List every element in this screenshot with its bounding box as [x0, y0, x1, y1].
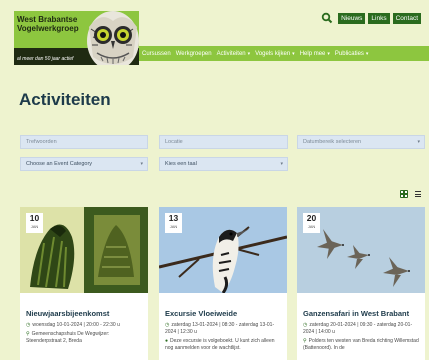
category-select[interactable]: Choose an Event Category ▾	[20, 157, 148, 171]
nav-item-publicaties[interactable]: Publicaties ▾	[335, 51, 369, 57]
event-title[interactable]: Ganzensafari in West Brabant	[303, 309, 409, 318]
event-datetime: ◷ woensdag 10-01-2024 | 20:00 - 22:30 u	[26, 322, 144, 329]
caret-down-icon: ▾	[365, 50, 369, 57]
event-image: 20 JAN	[297, 207, 425, 293]
date-range-label: Datumbereik selecteren	[303, 139, 362, 145]
page-title: Activiteiten	[19, 90, 111, 109]
event-title[interactable]: Excursie Vloeiweide	[165, 309, 237, 318]
chevron-down-icon: ▾	[140, 161, 143, 167]
date-badge: 13 JAN	[165, 213, 182, 233]
logo-title: West Brabantse Vogelwerkgroep	[17, 15, 79, 33]
event-description-text: Deze excursie is volgeboekt. U kunt zich…	[165, 338, 275, 351]
date-month: JAN	[30, 224, 39, 229]
event-datetime: ◷ zaterdag 13-01-2024 | 08:30 - zaterdag …	[165, 322, 283, 336]
date-day: 13	[168, 213, 179, 223]
event-location: ⚲ Gemeenschapshuis De Wegwijzer: Steender…	[26, 331, 144, 345]
map-pin-icon: ⚲	[26, 331, 30, 337]
site-header: West Brabantse Vogelwerkgroep al meer da…	[0, 0, 429, 66]
event-location-text: Gemeenschapshuis De Wegwijzer: Steenderp…	[26, 331, 110, 344]
date-month: JAN	[169, 224, 178, 229]
keywords-input[interactable]: Trefwoorden	[20, 135, 148, 149]
event-card[interactable]: 20 JAN Ganzensafari in West Brabant ◷ zat…	[297, 207, 425, 360]
info-icon: ●	[165, 338, 169, 344]
event-description: ● Deze excursie is volgeboekt. U kunt zic…	[165, 338, 283, 352]
category-select-value: Choose an Event Category	[26, 161, 93, 167]
event-location: ⚲ Polders ten westen van Breda richting W…	[303, 338, 421, 352]
chevron-down-icon: ▾	[280, 161, 283, 167]
date-badge: 10 JAN	[26, 213, 43, 233]
date-badge: 20 JAN	[303, 213, 320, 233]
event-datetime-text: zaterdag 13-01-2024 | 08:30 - zaterdag 1…	[165, 322, 275, 335]
event-location-text: Polders ten westen van Breda richting Wi…	[303, 338, 419, 351]
caret-down-icon: ▾	[292, 50, 295, 57]
main-nav: Cursussen Werkgroepen Activiteiten ▾ Voge…	[139, 46, 429, 61]
nav-label: Help mee	[299, 50, 326, 57]
language-select-value: Kies een taal	[165, 161, 197, 167]
location-input[interactable]: Locatie	[159, 135, 288, 149]
event-datetime: ◷ zaterdag 20-01-2024 | 09:30 - zaterdag …	[303, 322, 421, 336]
clock-icon: ◷	[303, 322, 308, 328]
caret-down-icon: ▾	[247, 50, 251, 57]
nav-label: Werkgroepen	[175, 50, 212, 57]
grid-view-button[interactable]	[400, 190, 408, 198]
clock-icon: ◷	[165, 322, 170, 328]
owl-logo-icon	[87, 11, 139, 65]
nav-item-cursussen[interactable]: Cursussen	[142, 51, 171, 57]
site-logo[interactable]: West Brabantse Vogelwerkgroep al meer da…	[14, 11, 139, 65]
date-day: 10	[29, 213, 40, 223]
links-link[interactable]: Links	[368, 12, 390, 24]
nav-item-activiteiten[interactable]: Activiteiten ▾	[217, 51, 251, 57]
event-title[interactable]: Nieuwjaarsbijeenkomst	[26, 309, 109, 318]
search-icon[interactable]	[321, 12, 333, 24]
nav-item-help-mee[interactable]: Help mee ▾	[300, 51, 330, 57]
logo-slogan: al meer dan 50 jaar actief	[17, 56, 74, 62]
map-pin-icon: ⚲	[303, 338, 307, 344]
event-datetime-text: zaterdag 20-01-2024 | 09:30 - zaterdag 2…	[303, 322, 413, 335]
event-card[interactable]: 13 JAN Excursie Vloeiweide ◷ zaterdag 13-…	[159, 207, 287, 360]
event-datetime-text: woensdag 10-01-2024 | 20:00 - 22:30 u	[32, 322, 120, 328]
caret-down-icon: ▾	[327, 50, 330, 57]
event-card[interactable]: 10 JAN Nieuwjaarsbijeenkomst ◷ woensdag 1…	[20, 207, 148, 360]
event-image: 13 JAN	[159, 207, 287, 293]
nav-label: Vogels kijken	[255, 50, 291, 57]
contact-link[interactable]: Contact	[392, 12, 421, 24]
language-select[interactable]: Kies een taal ▾	[159, 157, 288, 171]
date-day: 20	[306, 213, 317, 223]
nav-label: Publicaties	[334, 50, 364, 57]
nav-item-werkgroepen[interactable]: Werkgroepen	[176, 51, 212, 57]
chevron-down-icon: ▾	[417, 139, 420, 145]
date-month: JAN	[307, 224, 316, 229]
clock-icon: ◷	[26, 322, 31, 328]
nav-label: Activiteiten	[216, 50, 246, 57]
nav-label: Cursussen	[142, 50, 171, 57]
list-view-button[interactable]	[414, 190, 422, 198]
nav-item-vogels-kijken[interactable]: Vogels kijken ▾	[255, 51, 295, 57]
event-image: 10 JAN	[20, 207, 148, 293]
date-range-select[interactable]: Datumbereik selecteren ▾	[297, 135, 425, 149]
utility-bar: Nieuws Links Contact	[321, 12, 421, 24]
news-link[interactable]: Nieuws	[338, 12, 366, 24]
